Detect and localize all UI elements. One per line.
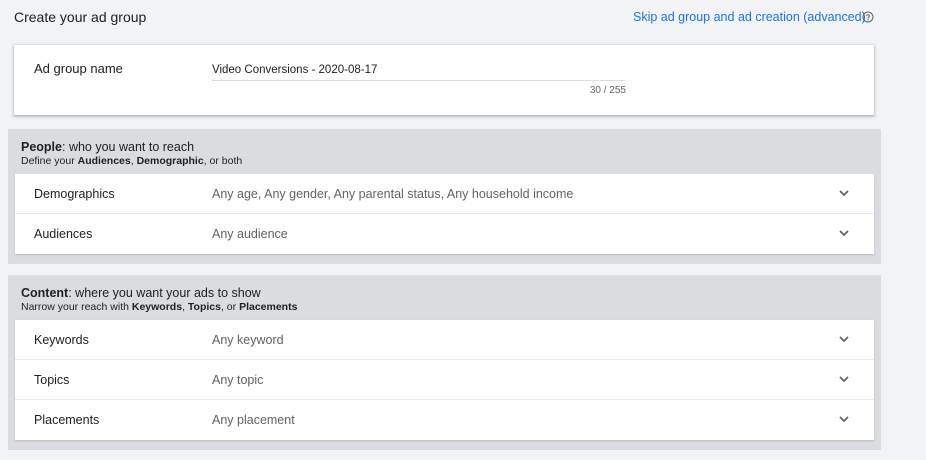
content-section: Content: where you want your ads to show… <box>8 275 881 450</box>
topics-row[interactable]: Topics Any topic <box>15 360 874 400</box>
content-section-title: Content: where you want your ads to show <box>21 286 261 300</box>
chevron-down-icon[interactable] <box>838 373 850 385</box>
content-section-subtitle: Narrow your reach with Keywords, Topics,… <box>21 301 297 313</box>
row-value: Any keyword <box>212 333 284 347</box>
people-section-title: People: who you want to reach <box>21 140 194 154</box>
ad-group-name-label: Ad group name <box>34 61 123 76</box>
people-title-rest: : who you want to reach <box>62 140 195 154</box>
row-value: Any age, Any gender, Any parental status… <box>212 187 574 201</box>
content-sub-prefix: Narrow your reach with <box>21 301 132 313</box>
chevron-down-icon[interactable] <box>838 187 850 199</box>
content-sub-keywords: Keywords <box>131 301 183 313</box>
people-rows: Demographics Any age, Any gender, Any pa… <box>15 174 874 254</box>
people-section-subtitle: Define your Audiences, Demographic, or b… <box>21 155 242 167</box>
row-label: Demographics <box>34 187 115 201</box>
placements-row[interactable]: Placements Any placement <box>15 400 874 440</box>
skip-ad-group-link[interactable]: Skip ad group and ad creation (advanced) <box>633 10 866 24</box>
row-value: Any placement <box>212 413 295 427</box>
content-rows: Keywords Any keyword Topics Any topic Pl… <box>15 320 874 440</box>
ad-group-name-input[interactable] <box>212 59 625 81</box>
content-sub-topics: Topics <box>187 301 221 313</box>
help-circle-icon[interactable] <box>862 11 874 23</box>
row-label: Keywords <box>34 333 89 347</box>
chevron-down-icon[interactable] <box>838 413 850 425</box>
page-title: Create your ad group <box>14 9 147 25</box>
people-sub-prefix: Define your <box>21 155 78 167</box>
row-label: Placements <box>34 413 100 427</box>
row-value: Any audience <box>212 227 288 241</box>
content-title-rest: : where you want your ads to show <box>68 286 261 300</box>
char-counter: 30 / 255 <box>589 85 626 96</box>
ad-group-name-card: Ad group name 30 / 255 <box>14 45 874 115</box>
chevron-down-icon[interactable] <box>838 333 850 345</box>
keywords-row[interactable]: Keywords Any keyword <box>15 320 874 360</box>
demographics-row[interactable]: Demographics Any age, Any gender, Any pa… <box>15 174 874 214</box>
people-sub-suffix: , or both <box>203 155 243 167</box>
people-sub-audiences: Audiences <box>77 155 131 167</box>
chevron-down-icon[interactable] <box>838 227 850 239</box>
create-ad-group-page: Create your ad group Skip ad group and a… <box>0 0 926 460</box>
people-section: People: who you want to reach Define you… <box>8 129 881 264</box>
audiences-row[interactable]: Audiences Any audience <box>15 214 874 254</box>
row-value: Any topic <box>212 373 264 387</box>
content-sub-sep2: , or <box>220 301 240 313</box>
content-title-bold: Content <box>21 286 69 300</box>
row-label: Audiences <box>34 227 93 241</box>
people-sub-demographic: Demographic <box>136 155 204 167</box>
row-label: Topics <box>34 373 70 387</box>
content-sub-placements: Placements <box>239 301 298 313</box>
people-title-bold: People <box>21 140 62 154</box>
